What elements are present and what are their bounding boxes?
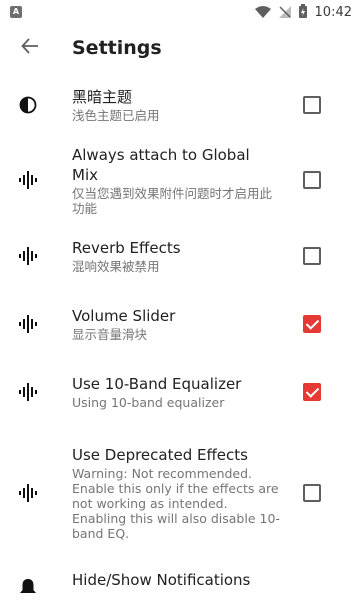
pref-title: Reverb Effects xyxy=(72,239,181,257)
pref-summary: 混响效果被禁用 xyxy=(72,259,160,274)
back-button[interactable] xyxy=(18,36,42,60)
pref-10-band-eq[interactable]: Use 10-Band Equalizer Using 10-band equa… xyxy=(0,358,360,426)
pref-summary: Warning: Not recommended. Enable this on… xyxy=(72,466,280,541)
pref-title: Use 10-Band Equalizer xyxy=(72,375,242,393)
pref-summary: Using 10-band equalizer xyxy=(72,395,225,410)
app-bar: Settings xyxy=(0,24,360,72)
pref-reverb-effects[interactable]: Reverb Effects 混响效果被禁用 xyxy=(0,222,360,290)
pref-summary: 显示音量滑块 xyxy=(72,327,148,342)
waveform-icon xyxy=(16,168,40,192)
pref-title: Hide/Show Notifications xyxy=(72,571,251,589)
deprecated-effects-checkbox[interactable] xyxy=(303,484,321,502)
waveform-icon xyxy=(16,380,40,404)
status-bar: A 10:42 xyxy=(0,0,360,24)
pref-volume-slider[interactable]: Volume Slider 显示音量滑块 xyxy=(0,290,360,358)
battery-icon xyxy=(298,3,307,22)
pref-title: Use Deprecated Effects xyxy=(72,446,248,464)
pref-deprecated-effects[interactable]: Use Deprecated Effects Warning: Not reco… xyxy=(0,426,360,560)
volume-slider-checkbox[interactable] xyxy=(303,315,321,333)
pref-summary: 仅当您遇到效果附件问题时才启用此功能 xyxy=(72,185,273,216)
pref-notifications[interactable]: Hide/Show Notifications xyxy=(0,560,360,600)
wifi-icon xyxy=(254,3,271,22)
contrast-icon xyxy=(16,93,40,117)
signal-icon xyxy=(278,3,291,22)
bell-icon xyxy=(16,576,40,600)
pref-dark-theme[interactable]: 黑暗主题 浅色主题已启用 xyxy=(0,72,360,138)
page-title: Settings xyxy=(72,37,162,59)
pref-title: Always attach to Global Mix xyxy=(72,145,250,184)
10-band-eq-checkbox[interactable] xyxy=(303,383,321,401)
pref-global-mix[interactable]: Always attach to Global Mix 仅当您遇到效果附件问题时… xyxy=(0,138,360,222)
pref-title: 黑暗主题 xyxy=(72,88,133,106)
arrow-back-icon xyxy=(21,37,39,59)
app-notification-icon: A xyxy=(10,6,22,18)
waveform-icon xyxy=(16,481,40,505)
global-mix-checkbox[interactable] xyxy=(303,171,321,189)
preference-list: 黑暗主题 浅色主题已启用 Always attach to Global Mix… xyxy=(0,72,360,600)
pref-summary: 浅色主题已启用 xyxy=(72,108,160,123)
pref-title: Volume Slider xyxy=(72,307,176,325)
reverb-effects-checkbox[interactable] xyxy=(303,247,321,265)
waveform-icon xyxy=(16,312,40,336)
status-time: 10:42 xyxy=(314,4,352,20)
dark-theme-checkbox[interactable] xyxy=(303,96,321,114)
waveform-icon xyxy=(16,244,40,268)
